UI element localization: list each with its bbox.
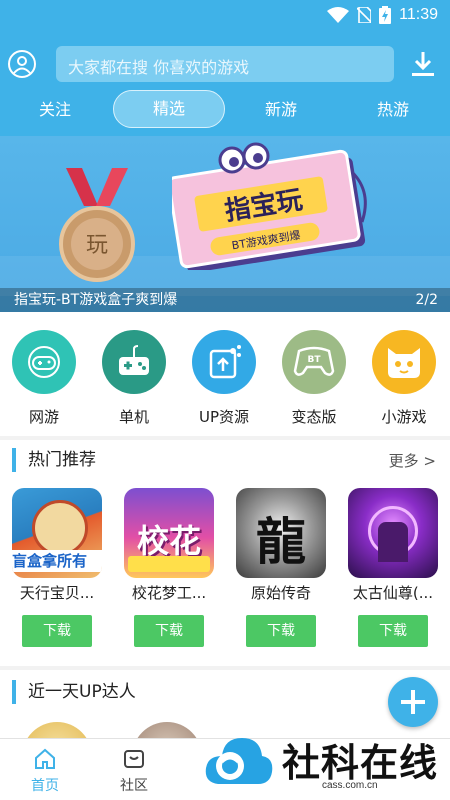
battery-icon [379,6,392,24]
game-thumbnail[interactable]: 龍 [236,488,326,578]
game-card[interactable]: 校花 校花梦工... 下载 [124,488,214,647]
promo-banner[interactable]: 玩 指宝玩 BT游戏爽到爆 指宝玩-BT游戏盒子爽到爆 2/2 [0,136,450,312]
nav-home[interactable]: 首页 [15,747,75,795]
banner-caption: 指宝玩-BT游戏盒子爽到爆 [0,288,450,312]
category-up-resources[interactable]: UP资源 [188,330,260,427]
game-name: 天行宝贝... [19,584,95,602]
game-card[interactable]: 龍 原始传奇 下载 [236,488,326,647]
tab-hot-games[interactable]: 热游 [338,90,448,130]
nav-label: 首页 [31,778,59,794]
user-icon [13,56,31,74]
home-icon [35,748,55,769]
category-mini-games[interactable]: 小游戏 [368,330,440,427]
plus-icon [401,690,425,714]
profile-button[interactable] [8,50,36,78]
medal-char: 玩 [86,233,108,258]
category-label: 网游 [28,408,59,426]
share-upload-icon [192,330,256,394]
gamepad-icon [12,330,76,394]
download-button[interactable]: 下载 [134,615,204,647]
banner-page-indicator: 2/2 [415,292,438,308]
game-name: 校花梦工... [131,584,207,602]
bt-controller-icon: BT [282,330,346,394]
category-label: 小游戏 [381,408,427,426]
game-card[interactable]: 盲盒拿所有 天行宝贝... 下载 [12,488,102,647]
tab-featured[interactable]: 精选 [113,90,225,128]
game-name: 太古仙尊(... [352,584,434,602]
add-button[interactable] [388,677,438,727]
download-icon[interactable] [410,50,436,78]
tab-follow[interactable]: 关注 [0,90,110,130]
watermark-logo-icon [205,738,273,784]
more-link[interactable]: 更多 > [389,450,436,471]
category-label: UP资源 [198,408,250,426]
clock: 11:39 [399,6,438,23]
hot-recommend-section: 热门推荐 更多 > 盲盒拿所有 天行宝贝... 下载 校花 校花梦工... 下载… [0,440,450,666]
category-bt-version[interactable]: BT 变态版 [278,330,350,427]
wifi-icon [327,7,350,23]
watermark: 社科在线 cass.com.cn [204,728,450,800]
category-row: 网游 单机 UP资源 BT 变态版 小游戏 [0,312,450,436]
svg-text:BT: BT [308,355,322,365]
no-sim-icon [357,7,372,23]
game-thumbnail[interactable]: 校花 [124,488,214,578]
download-button[interactable]: 下载 [246,615,316,647]
download-button[interactable]: 下载 [358,615,428,647]
download-button[interactable]: 下载 [22,615,92,647]
category-online-games[interactable]: 网游 [8,330,80,427]
tab-new-games[interactable]: 新游 [226,90,336,130]
category-single-player[interactable]: 单机 [98,330,170,427]
watermark-title: 社科在线 [282,740,439,785]
nav-label: 社区 [120,778,148,794]
section-title: 热门推荐 [12,448,96,472]
nav-community[interactable]: 社区 [104,747,164,795]
cat-face-icon [372,330,436,394]
search-input[interactable]: 大家都在搜 你喜欢的游戏 [56,46,394,82]
category-label: 变态版 [291,408,337,426]
community-icon [124,750,144,768]
game-card[interactable]: 太古仙尊(... 下载 [348,488,438,647]
category-label: 单机 [118,408,149,426]
banner-board-illustration: 指宝玩 BT游戏爽到爆 [172,142,367,270]
thumb-caption: 龍 [256,512,306,571]
tab-bar: 关注 精选 新游 热游 [0,90,450,130]
section-title: 近一天UP达人 [12,680,136,704]
game-thumbnail[interactable]: 盲盒拿所有 [12,488,102,578]
joystick-icon [102,330,166,394]
thumb-caption: 盲盒拿所有 [12,550,102,572]
game-name: 原始传奇 [250,584,311,602]
game-thumbnail[interactable] [348,488,438,578]
status-bar: 11:39 [0,0,450,32]
top-header: 大家都在搜 你喜欢的游戏 关注 精选 新游 热游 [0,32,450,136]
watermark-url: cass.com.cn [322,780,378,791]
